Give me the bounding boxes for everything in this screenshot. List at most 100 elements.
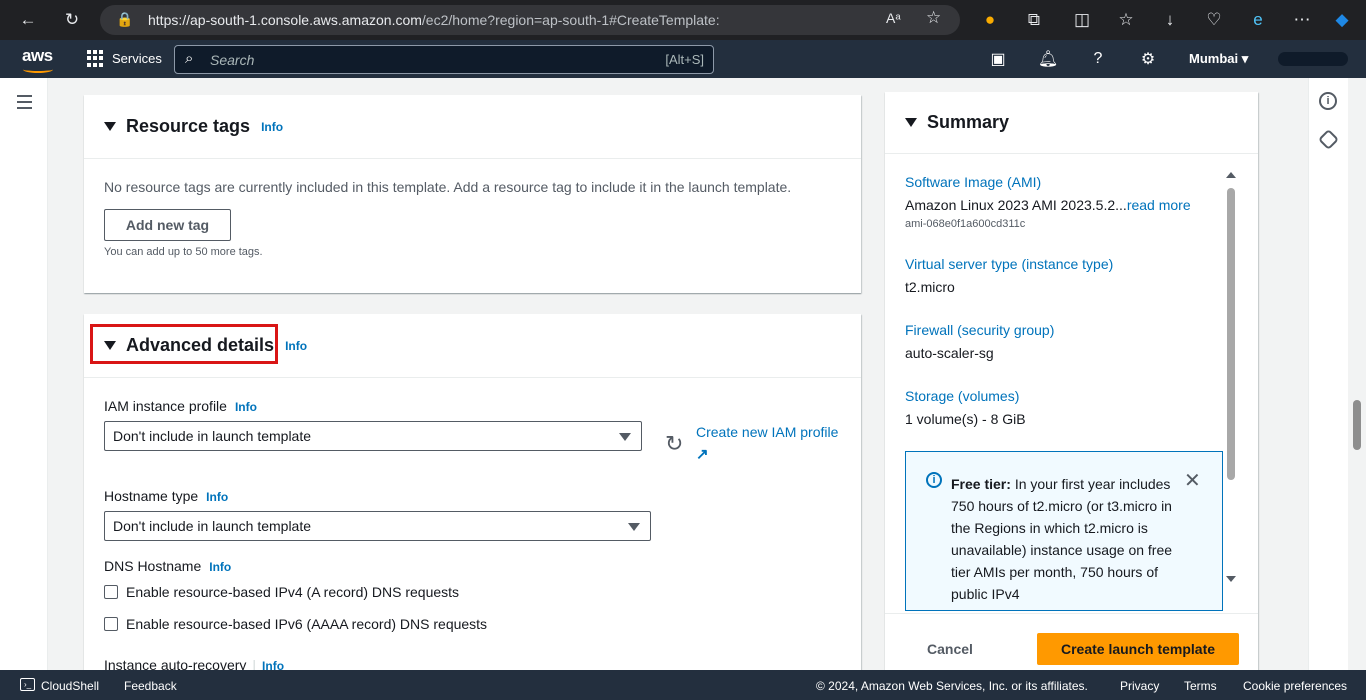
refresh-icon[interactable]: ↻ <box>665 431 683 457</box>
ami-link[interactable]: Software Image (AMI) <box>905 174 1191 190</box>
favorite-star-icon[interactable]: ☆ <box>926 8 941 28</box>
read-aloud-icon[interactable]: Aᵃ <box>886 10 901 26</box>
close-icon[interactable]: ✕ <box>1184 468 1201 493</box>
summary-header[interactable]: Summary <box>885 92 1258 154</box>
create-launch-template-button[interactable]: Create launch template <box>1037 633 1239 665</box>
summary-title: Summary <box>927 112 1010 132</box>
url-text: https://ap-south-1.console.aws.amazon.co… <box>148 12 720 28</box>
notifications-bell-icon[interactable]: 🔔︎ <box>1038 49 1058 69</box>
dropdown-arrow-icon <box>628 523 640 531</box>
firewall-summary: Firewall (security group) auto-scaler-sg <box>905 322 1054 361</box>
iam-info-link[interactable]: Info <box>235 400 257 414</box>
firewall-link[interactable]: Firewall (security group) <box>905 322 1054 338</box>
aws-top-nav: aws Services ⌕ Search [Alt+S] ▣ 🔔︎ ? ⚙ M… <box>0 40 1366 78</box>
create-iam-profile-link[interactable]: Create new IAM profile <box>696 424 838 440</box>
browser-toolbar: ← ↻ 🔒 https://ap-south-1.console.aws.ama… <box>0 0 1366 40</box>
resource-tags-info-link[interactable]: Info <box>261 120 283 134</box>
search-placeholder: Search <box>210 52 255 68</box>
external-link-icon[interactable]: ↗ <box>696 445 709 463</box>
more-menu-icon[interactable]: ⋯ <box>1290 8 1314 32</box>
ipv6-dns-checkbox-row[interactable]: Enable resource-based IPv6 (AAAA record)… <box>104 616 487 632</box>
add-new-tag-button[interactable]: Add new tag <box>104 209 231 241</box>
copyright-text: © 2024, Amazon Web Services, Inc. or its… <box>816 679 1088 693</box>
info-circle-icon: i <box>926 472 942 488</box>
address-bar[interactable]: 🔒 https://ap-south-1.console.aws.amazon.… <box>100 5 960 35</box>
hostname-type-select[interactable]: Don't include in launch template <box>104 511 651 541</box>
terms-link[interactable]: Terms <box>1184 679 1217 693</box>
tags-limit-hint: You can add up to 50 more tags. <box>104 246 263 258</box>
hostname-type-label: Hostname type Info <box>104 488 229 504</box>
copilot-icon[interactable]: ◆ <box>1330 8 1354 32</box>
search-input[interactable]: ⌕ Search [Alt+S] <box>174 45 714 74</box>
info-panel-icon[interactable]: i <box>1319 92 1337 110</box>
hostname-info-link[interactable]: Info <box>206 490 228 504</box>
edge-icon[interactable]: e <box>1246 8 1270 32</box>
search-shortcut: [Alt+S] <box>665 52 704 67</box>
services-menu-button[interactable]: Services <box>87 50 162 67</box>
ami-value: Amazon Linux 2023 AMI 2023.5.2... <box>905 197 1127 213</box>
storage-link[interactable]: Storage (volumes) <box>905 388 1026 404</box>
ipv4-dns-label: Enable resource-based IPv4 (A record) DN… <box>126 584 460 600</box>
caret-down-icon <box>104 122 116 131</box>
storage-summary: Storage (volumes) 1 volume(s) - 8 GiB <box>905 388 1026 427</box>
hexagon-icon[interactable] <box>1317 128 1340 151</box>
highlight-annotation <box>90 324 278 364</box>
caret-down-icon <box>905 118 917 127</box>
cloudshell-footer-icon[interactable]: ›_ <box>20 678 35 691</box>
settings-gear-icon[interactable]: ⚙ <box>1138 49 1158 69</box>
ami-id: ami-068e0f1a600cd311c <box>905 218 1026 230</box>
resource-tags-header[interactable]: Resource tags Info <box>84 95 861 159</box>
back-arrow-icon[interactable]: ← <box>16 8 40 32</box>
page-scrollbar[interactable] <box>1348 78 1366 670</box>
aws-logo[interactable]: aws <box>22 46 53 73</box>
lock-icon: 🔒 <box>116 11 134 27</box>
resource-tags-panel: Resource tags Info No resource tags are … <box>84 95 861 293</box>
dns-hostname-label: DNS Hostname Info <box>104 558 232 574</box>
puzzle-icon[interactable]: ⧉ <box>1022 8 1046 32</box>
account-menu[interactable] <box>1278 52 1348 66</box>
feedback-link[interactable]: Feedback <box>124 679 177 693</box>
privacy-link[interactable]: Privacy <box>1120 679 1159 693</box>
advanced-details-info-link[interactable]: Info <box>285 339 307 353</box>
cancel-button[interactable]: Cancel <box>927 641 973 657</box>
free-tier-text: Free tier: In your first year includes 7… <box>951 476 1173 602</box>
services-label: Services <box>112 51 162 66</box>
console-footer: ›_ CloudShell Feedback © 2024, Amazon We… <box>0 670 1366 700</box>
cookie-preferences-link[interactable]: Cookie preferences <box>1243 679 1347 693</box>
resource-tags-title: Resource tags <box>126 116 251 136</box>
read-more-link[interactable]: read more <box>1127 197 1191 213</box>
menu-hamburger-icon[interactable] <box>17 95 32 113</box>
help-icon[interactable]: ? <box>1088 49 1108 69</box>
split-screen-icon[interactable]: ◫ <box>1070 8 1094 32</box>
summary-scrollbar[interactable] <box>1225 172 1237 584</box>
storage-value: 1 volume(s) - 8 GiB <box>905 411 1026 427</box>
extension-icon[interactable]: ● <box>978 8 1002 32</box>
ipv6-dns-checkbox[interactable] <box>104 617 118 631</box>
iam-profile-label: IAM instance profile Info <box>104 398 257 414</box>
ipv4-dns-checkbox[interactable] <box>104 585 118 599</box>
region-selector[interactable]: Mumbai ▾ <box>1189 51 1248 67</box>
free-tier-alert: i Free tier: In your first year includes… <box>905 451 1223 611</box>
summary-panel: Summary Software Image (AMI) Amazon Linu… <box>885 92 1258 670</box>
instance-type-link[interactable]: Virtual server type (instance type) <box>905 256 1113 272</box>
downloads-icon[interactable]: ↓ <box>1158 8 1182 32</box>
advanced-details-panel: Advanced details Info IAM instance profi… <box>84 314 861 673</box>
summary-body: Software Image (AMI) Amazon Linux 2023 A… <box>885 154 1258 614</box>
favorites-icon[interactable]: ☆ <box>1114 8 1138 32</box>
ami-summary: Software Image (AMI) Amazon Linux 2023 A… <box>905 174 1191 230</box>
cloudshell-icon[interactable]: ▣ <box>988 49 1008 69</box>
ipv4-dns-checkbox-row[interactable]: Enable resource-based IPv4 (A record) DN… <box>104 584 459 600</box>
health-icon[interactable]: ♡ <box>1202 8 1226 32</box>
instance-type-summary: Virtual server type (instance type) t2.m… <box>905 256 1113 295</box>
dropdown-arrow-icon <box>619 433 631 441</box>
ipv6-dns-label: Enable resource-based IPv6 (AAAA record)… <box>126 616 488 632</box>
iam-profile-select[interactable]: Don't include in launch template <box>104 421 642 451</box>
firewall-value: auto-scaler-sg <box>905 345 994 361</box>
search-icon: ⌕ <box>185 50 194 67</box>
dns-info-link[interactable]: Info <box>209 560 231 574</box>
reload-icon[interactable]: ↻ <box>60 8 84 32</box>
cloudshell-link[interactable]: CloudShell <box>41 679 99 693</box>
no-tags-text: No resource tags are currently included … <box>104 179 792 195</box>
right-utility-rail: i <box>1308 78 1348 670</box>
left-rail <box>0 78 48 670</box>
